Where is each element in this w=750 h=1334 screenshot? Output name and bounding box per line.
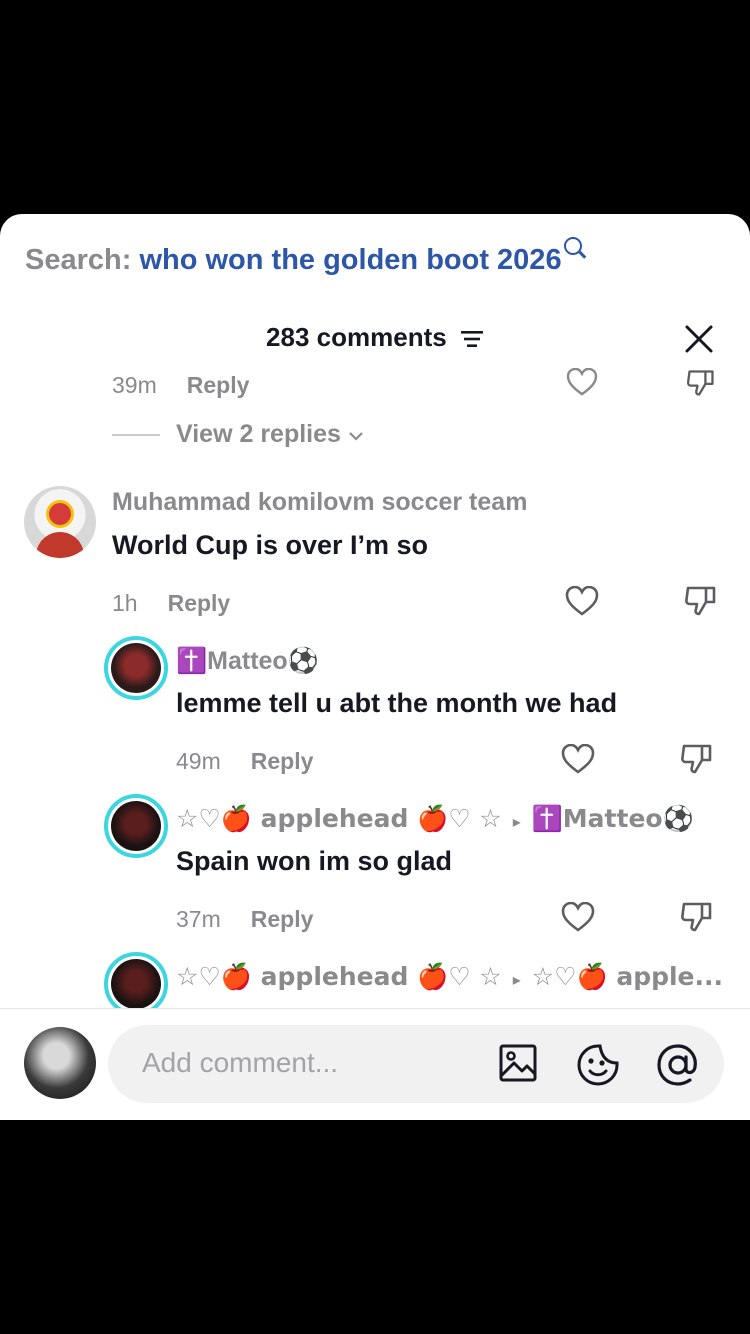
close-icon[interactable] [684,324,714,354]
avatar[interactable] [24,486,96,558]
comment-text: World Cup is over I’m so [112,530,429,560]
comment-time: 39m [112,372,157,398]
dislike-icon[interactable] [680,900,714,934]
comment-meta: 1h Reply [112,590,230,617]
author-name: ☆♡🍎 applehead 🍎♡ ☆ [176,962,502,991]
avatar[interactable] [111,643,161,693]
reply-to-name[interactable]: ☆♡🍎 apple... [532,962,723,991]
chevron-down-icon [349,432,363,441]
reply-button[interactable]: Reply [168,590,231,616]
reply-to-name[interactable]: ✝️Matteo⚽ [532,804,694,833]
emoji-sticker-icon[interactable] [576,1043,620,1087]
reply-arrow-icon: ▸ [512,814,521,831]
image-icon[interactable] [498,1043,538,1083]
comment-composer: Add comment... [0,1008,750,1120]
reply-arrow-icon: ▸ [512,972,521,989]
heart-icon[interactable] [561,902,595,932]
author-name: ☆♡🍎 applehead 🍎♡ ☆ [176,804,502,833]
comment-input[interactable]: Add comment... [108,1025,724,1103]
mention-icon[interactable] [656,1043,700,1087]
comment-text: Spain won im so glad [176,846,453,876]
heart-icon[interactable] [561,744,595,774]
comment-list[interactable]: 39m Reply View 2 replies Muhammad komilov… [0,364,750,1008]
comment-author[interactable]: ✝️Matteo⚽ [176,646,319,676]
dislike-icon[interactable] [684,584,718,618]
heart-icon[interactable] [565,586,599,616]
comment-meta: 49m Reply [176,748,313,775]
search-icon [563,237,582,255]
comments-header: 283 comments [0,322,750,353]
comment-author[interactable]: ☆♡🍎 applehead 🍎♡ ☆ ▸ ☆♡🍎 apple... [176,962,723,992]
cross-emoji: ✝️ [176,646,208,675]
author-name: Matteo [207,647,288,675]
reply-button[interactable]: Reply [251,906,314,932]
club-crest-icon [46,500,74,528]
avatar[interactable] [111,959,161,1008]
comment-time: 1h [112,590,138,616]
dislike-icon[interactable] [684,368,718,398]
comment-text: lemme tell u abt the month we had [176,688,618,718]
comment-author[interactable]: ☆♡🍎 applehead 🍎♡ ☆ ▸ ✝️Matteo⚽ [176,804,694,834]
search-suggestion[interactable]: Search: who won the golden boot 2026 [25,237,582,277]
comment-time: 49m [176,748,221,774]
user-avatar[interactable] [24,1027,96,1099]
avatar[interactable] [111,801,161,851]
comment-meta: 37m Reply [176,906,313,933]
comment-author[interactable]: Muhammad komilovm soccer team [112,488,527,517]
view-replies-button[interactable]: View 2 replies [112,420,364,449]
comment-placeholder: Add comment... [142,1047,339,1078]
comment-time: 37m [176,906,221,932]
jersey-shape [36,532,84,558]
reply-button[interactable]: Reply [187,372,250,398]
divider [112,434,160,437]
comments-sheet: Search: who won the golden boot 2026 283… [0,214,750,1120]
search-label: Search: [25,244,132,276]
reply-button[interactable]: Reply [251,748,314,774]
dislike-icon[interactable] [680,742,714,776]
comment-count: 283 comments [266,322,447,352]
soccer-ball-emoji: ⚽ [287,646,319,675]
view-replies-label: View 2 replies [176,420,341,448]
heart-icon[interactable] [565,368,599,396]
filter-icon[interactable] [460,329,484,349]
comment-meta: 39m Reply [112,372,249,399]
search-query[interactable]: who won the golden boot 2026 [139,244,561,276]
